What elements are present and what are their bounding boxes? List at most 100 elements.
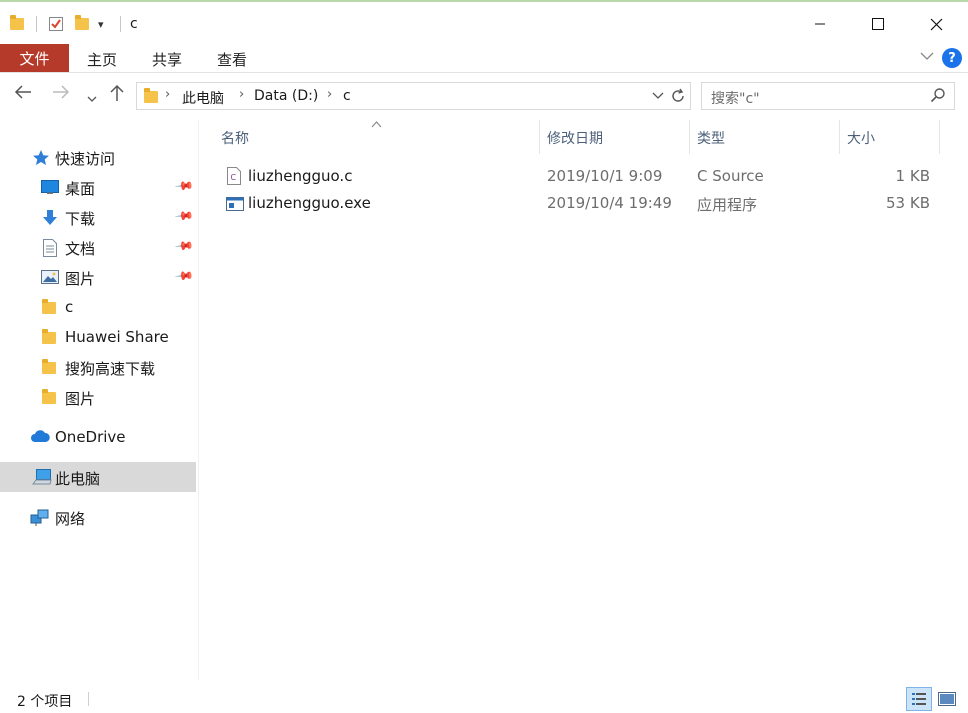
nav-label: 此电脑 <box>55 470 101 488</box>
pin-icon[interactable]: 📌 <box>174 206 194 226</box>
nav-item-documents[interactable]: 文档 📌 <box>0 232 196 262</box>
column-header-type[interactable]: 类型 <box>697 128 725 148</box>
nav-label: OneDrive <box>55 428 126 446</box>
address-bar[interactable]: › 此电脑 › Data (D:) › c <box>136 82 691 110</box>
window-title: c <box>130 16 138 32</box>
nav-item-desktop[interactable]: 桌面 📌 <box>0 172 196 202</box>
nav-network[interactable]: 网络 <box>0 502 196 532</box>
ribbon-tabs: 文件 主页 共享 查看 ? <box>0 44 968 73</box>
folder-icon <box>10 13 24 35</box>
pin-icon[interactable]: 📌 <box>174 266 194 286</box>
tab-view[interactable]: 查看 <box>217 49 247 70</box>
folder-icon <box>42 359 60 378</box>
document-icon <box>42 239 60 257</box>
up-button[interactable] <box>109 84 125 107</box>
nav-label: 网络 <box>55 510 86 528</box>
column-header-name[interactable]: 名称 <box>221 128 249 148</box>
nav-label: 图片 <box>65 390 96 408</box>
forward-button[interactable] <box>52 84 70 105</box>
nav-item-downloads[interactable]: 下载 📌 <box>0 202 196 232</box>
breadcrumb-separator-icon[interactable]: › <box>165 87 170 102</box>
column-header-size[interactable]: 大小 <box>847 128 875 148</box>
file-name[interactable]: liuzhengguo.exe <box>248 194 371 212</box>
breadcrumb-separator-icon[interactable]: › <box>239 87 244 102</box>
nav-item-huawei-share[interactable]: Huawei Share <box>0 322 196 352</box>
nav-item-c[interactable]: c <box>0 292 196 322</box>
new-folder-icon[interactable] <box>75 13 89 35</box>
svg-text:C: C <box>231 173 237 182</box>
column-separator[interactable] <box>539 120 540 154</box>
nav-item-pictures[interactable]: 图片 📌 <box>0 262 196 292</box>
nav-label: 下载 <box>65 210 96 228</box>
file-size: 1 KB <box>895 167 930 185</box>
maximize-button[interactable] <box>849 4 907 44</box>
nav-label: 图片 <box>65 270 96 288</box>
download-arrow-icon <box>41 209 59 225</box>
status-bar: 2 个项目 <box>0 682 968 713</box>
pin-icon[interactable]: 📌 <box>174 236 194 256</box>
expand-ribbon-icon[interactable] <box>920 49 934 65</box>
search-box[interactable]: 搜索"c" <box>701 82 955 110</box>
help-icon[interactable]: ? <box>942 48 962 68</box>
details-view-icon <box>912 693 926 705</box>
folder-icon <box>42 389 60 408</box>
title-bar: ▾ c <box>0 4 968 44</box>
pictures-icon <box>41 269 59 285</box>
file-type: C Source <box>697 167 764 185</box>
search-placeholder[interactable]: 搜索"c" <box>711 88 760 108</box>
status-divider <box>88 692 89 706</box>
breadcrumb-this-pc[interactable]: 此电脑 <box>182 88 224 108</box>
star-icon <box>32 149 50 165</box>
tab-home[interactable]: 主页 <box>87 49 117 70</box>
recent-locations-chevron-icon[interactable] <box>87 87 97 108</box>
file-row[interactable]: C liuzhengguo.c 2019/10/1 9:09 C Source … <box>220 164 940 188</box>
back-button[interactable] <box>14 84 32 105</box>
file-name[interactable]: liuzhengguo.c <box>248 167 352 185</box>
properties-icon[interactable] <box>48 13 64 35</box>
large-icons-view-icon <box>938 692 956 706</box>
folder-icon <box>42 299 60 318</box>
nav-label: 快速访问 <box>55 150 116 168</box>
file-row[interactable]: liuzhengguo.exe 2019/10/4 19:49 应用程序 53 … <box>220 191 940 215</box>
breadcrumb-separator-icon[interactable]: › <box>327 87 332 102</box>
address-row: › 此电脑 › Data (D:) › c 搜索"c" <box>0 74 968 118</box>
pin-icon[interactable]: 📌 <box>174 176 194 196</box>
pane-divider[interactable] <box>198 120 199 680</box>
address-dropdown-icon[interactable] <box>652 86 664 104</box>
file-explorer-window: ▾ c 文件 主页 共享 查看 ? › 此电脑 › Data (D:) › c … <box>0 0 968 713</box>
tab-share[interactable]: 共享 <box>152 49 182 70</box>
search-icon[interactable] <box>930 87 946 103</box>
file-type: 应用程序 <box>697 196 758 214</box>
sort-ascending-icon <box>371 118 382 131</box>
c-source-file-icon: C <box>226 167 242 185</box>
file-size: 53 KB <box>886 194 930 212</box>
desktop-icon <box>41 179 59 195</box>
breadcrumb-folder[interactable]: c <box>343 88 351 104</box>
details-view-button[interactable] <box>906 687 932 711</box>
column-separator[interactable] <box>689 120 690 154</box>
nav-item-pictures-folder[interactable]: 图片 <box>0 382 196 412</box>
minimize-button[interactable] <box>791 4 849 44</box>
nav-label: 搜狗高速下载 <box>65 360 156 378</box>
close-button[interactable] <box>907 4 965 44</box>
nav-label: Huawei Share <box>65 328 169 346</box>
column-separator[interactable] <box>939 120 940 154</box>
nav-item-sogou-downloads[interactable]: 搜狗高速下载 <box>0 352 196 382</box>
file-date: 2019/10/4 19:49 <box>547 194 672 212</box>
tab-file[interactable]: 文件 <box>0 44 69 72</box>
network-icon <box>30 509 49 526</box>
nav-label: c <box>65 298 74 316</box>
nav-this-pc[interactable]: 此电脑 <box>0 462 196 492</box>
nav-onedrive[interactable]: OneDrive <box>0 422 196 452</box>
column-header-date-modified[interactable]: 修改日期 <box>547 128 603 148</box>
folder-icon <box>42 329 60 348</box>
customize-toolbar-dropdown-icon[interactable]: ▾ <box>98 13 104 35</box>
nav-quick-access[interactable]: 快速访问 <box>0 142 196 172</box>
nav-label: 文档 <box>65 240 96 258</box>
large-icons-view-button[interactable] <box>934 687 960 711</box>
column-separator[interactable] <box>839 120 840 154</box>
breadcrumb-drive[interactable]: Data (D:) <box>254 88 318 104</box>
file-list: 名称 修改日期 类型 大小 C liuzhengguo.c 2019/10/1 … <box>200 120 968 680</box>
refresh-icon[interactable] <box>670 85 686 108</box>
application-file-icon <box>226 194 244 212</box>
